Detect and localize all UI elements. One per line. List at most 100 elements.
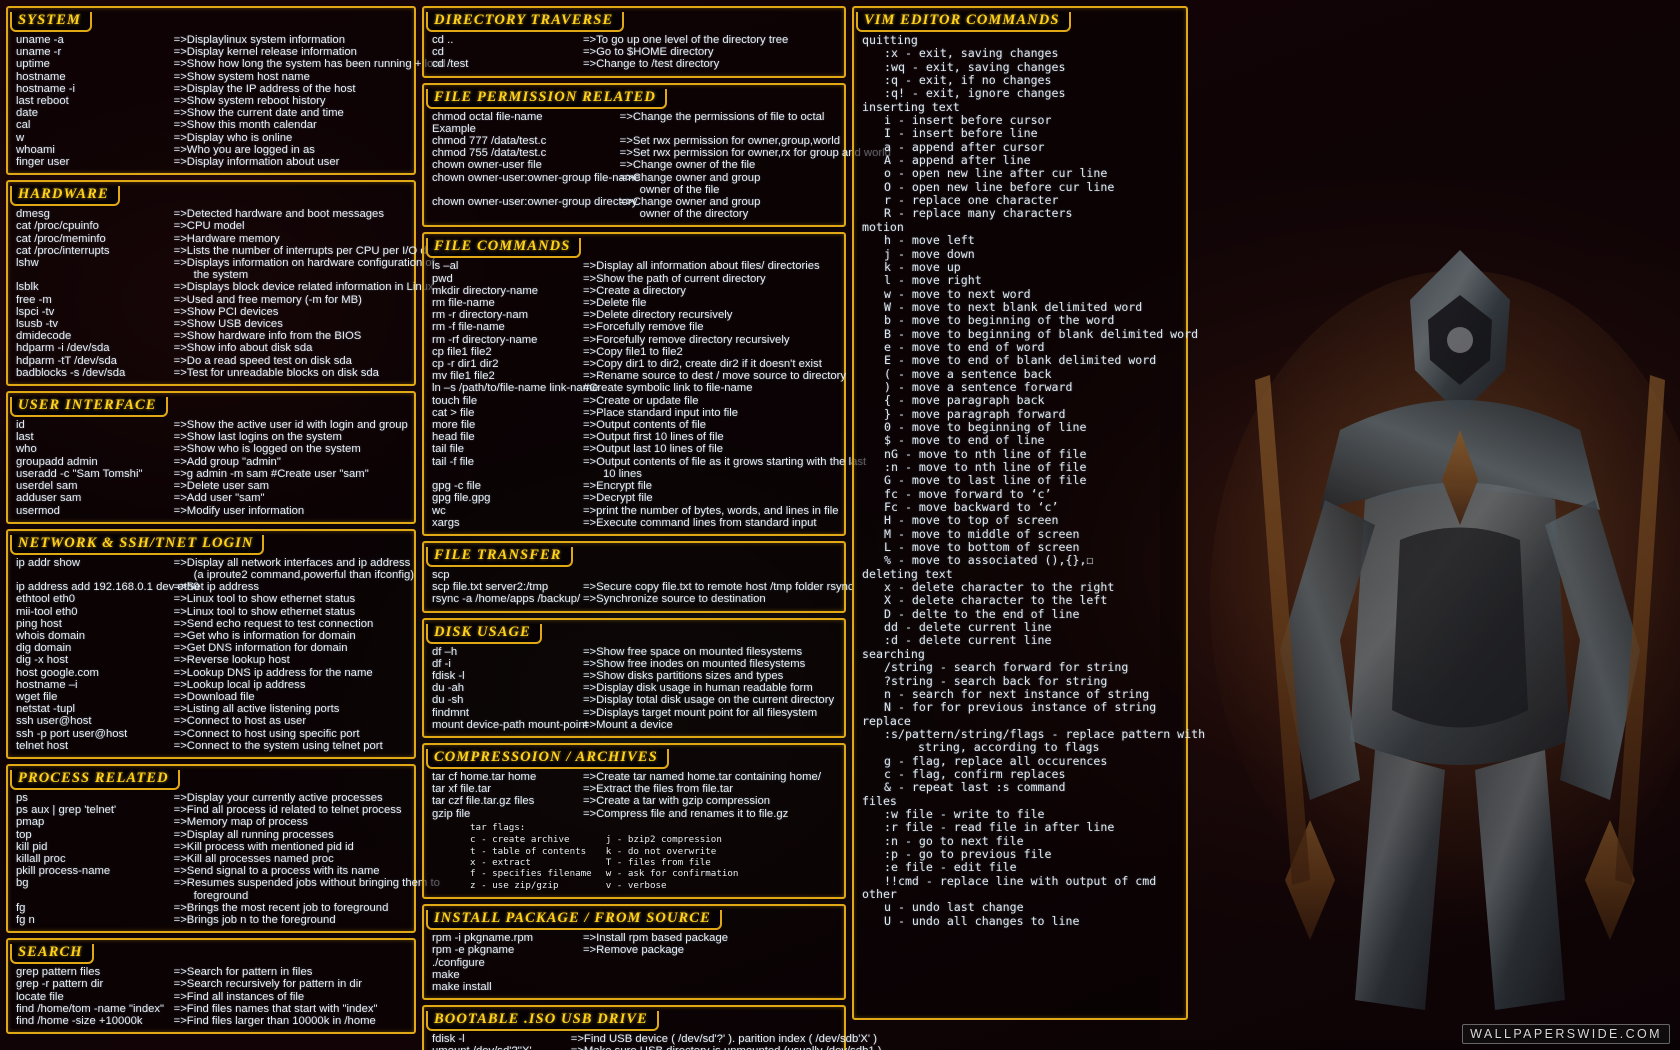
vim-command-item: :e file - edit file bbox=[884, 860, 1017, 875]
command-description: =>Display disk usage in human readable f… bbox=[582, 682, 813, 695]
command-description: =>Find USB device ( /dev/sd'?' ). pariti… bbox=[570, 1033, 877, 1046]
command-description: =>Show PCI devices bbox=[173, 305, 279, 318]
command-description: =>Compress file and renames it to file.g… bbox=[582, 807, 789, 820]
vim-group: searching/string - search forward for st… bbox=[862, 647, 1182, 715]
command-name: find /home/tom -name "index" bbox=[16, 1002, 165, 1015]
command-table: ls –al =>Display all information about fi… bbox=[432, 260, 867, 529]
command-row: uname -r =>Display kernel release informa… bbox=[16, 46, 410, 58]
command-description: =>Modify user information bbox=[173, 504, 305, 517]
command-row: who =>Show who is logged on the system bbox=[16, 443, 410, 455]
command-row: du -sh =>Display total disk usage on the … bbox=[432, 694, 840, 706]
panel-file-transfer: FILE TRANSFER scp scp file.txt server2:/tm… bbox=[422, 540, 854, 613]
command-description: =>Change to /test directory bbox=[582, 58, 720, 71]
command-row: hostname -i =>Display the IP address of t… bbox=[16, 83, 410, 95]
panel-compressoion-archives: COMPRESSOION / ARCHIVES tar cf home.tar h… bbox=[422, 742, 846, 900]
command-description: =>Test for unreadable blocks on disk sda bbox=[173, 366, 379, 379]
command-name: umount /dev/sd'?''X' bbox=[432, 1045, 571, 1050]
command-row: pmap =>Memory map of process bbox=[16, 816, 410, 828]
command-row: mkdir directory-name =>Create a directory bbox=[432, 285, 840, 297]
command-table: ip addr show =>Display all network interf… bbox=[16, 556, 414, 752]
command-row: dmidecode =>Show hardware info from the B… bbox=[16, 330, 410, 342]
command-description: =>Display your currently active processe… bbox=[173, 791, 383, 804]
command-name: ethtool eth0 bbox=[16, 593, 76, 606]
command-description: =>Resumes suspended jobs without bringin… bbox=[173, 877, 440, 890]
command-name: chown owner-user:owner-group directory bbox=[432, 196, 638, 209]
vim-command-item: ( - move a sentence back bbox=[884, 366, 1052, 381]
tar-flag-cell: c - create archive bbox=[470, 834, 570, 846]
command-row: Example bbox=[432, 123, 840, 135]
command-name bbox=[432, 184, 620, 196]
command-row: cat /proc/interrupts =>Lists the number o… bbox=[16, 245, 453, 257]
command-name: ip address add 192.168.0.1 dev eth0 bbox=[16, 581, 200, 594]
command-description: =>Show how long the system has been runn… bbox=[173, 58, 446, 71]
command-name: uptime bbox=[16, 58, 50, 71]
command-name: finger user bbox=[16, 156, 70, 169]
vim-command-item: :q! - exit, ignore changes bbox=[884, 86, 1066, 101]
command-description: =>Output first 10 lines of file bbox=[582, 431, 724, 444]
command-row: df -i =>Show free inodes on mounted files… bbox=[432, 658, 840, 670]
command-description: =>Search for pattern in files bbox=[173, 966, 313, 979]
command-name: dmesg bbox=[16, 208, 50, 221]
command-table: fdisk -l =>Find USB device ( /dev/sd'?' )… bbox=[432, 1033, 882, 1050]
command-row: killall proc =>Kill all processes named p… bbox=[16, 853, 410, 865]
command-description: =>Display information about user bbox=[173, 156, 340, 169]
command-description bbox=[583, 569, 840, 581]
vim-command-item: h - move left bbox=[884, 233, 975, 248]
vim-group: inserting text i - insert before cursor I … bbox=[862, 100, 1182, 221]
command-name: killall proc bbox=[16, 852, 66, 865]
command-name: groupadd admin bbox=[16, 455, 98, 468]
panel-title: FILE TRANSFER bbox=[426, 546, 573, 567]
command-description: =>Find files names that start with "inde… bbox=[173, 1002, 378, 1015]
command-description: =>Used and free memory (-m for MB) bbox=[173, 293, 362, 306]
command-row: uptime =>Show how long the system has bee… bbox=[16, 58, 446, 71]
command-row: groupadd admin =>Add group "admin" bbox=[16, 456, 410, 468]
command-name: xargs bbox=[432, 516, 460, 529]
command-description: =>Set rwx permission for owner,rx for gr… bbox=[619, 147, 891, 160]
command-name: lshw bbox=[16, 257, 39, 270]
command-name: locate file bbox=[16, 990, 64, 1003]
command-description: =>To go up one level of the directory tr… bbox=[582, 34, 789, 46]
command-row: du -ah =>Display disk usage in human read… bbox=[432, 682, 840, 694]
vim-command-item: R - replace many characters bbox=[884, 206, 1073, 221]
command-name: chmod 777 /data/test.c bbox=[432, 135, 547, 148]
command-row: tar czf file.tar.gz files =>Create a tar … bbox=[432, 795, 840, 807]
vim-command-item: :x - exit, saving changes bbox=[884, 46, 1059, 61]
panel-title: USER INTERFACE bbox=[10, 397, 168, 418]
panel-title: BOOTABLE .ISO USB DRIVE bbox=[426, 1011, 659, 1032]
command-description: =>Who you are logged in as bbox=[173, 143, 315, 156]
command-row: make bbox=[432, 969, 840, 981]
command-description: =>Display all network interfaces and ip … bbox=[173, 556, 411, 569]
command-description: =>Display all running processes bbox=[173, 828, 334, 841]
command-row: fdisk -l =>Show disks partitions sizes an… bbox=[432, 670, 840, 682]
command-row: owner of the directory bbox=[432, 208, 840, 220]
command-description: =>Install rpm based package bbox=[582, 932, 729, 945]
command-description: #Create symbolic link to file-name bbox=[582, 382, 753, 395]
command-name: mv file1 file2 bbox=[432, 370, 495, 383]
tar-flag-row: z - use zip/gzip v - verbose bbox=[470, 880, 752, 891]
command-description: the system bbox=[193, 269, 249, 282]
command-description: =>Send signal to a process with its name bbox=[173, 865, 380, 878]
command-name: ln –s /path/to/file-name link-name bbox=[432, 382, 599, 395]
command-name: free -m bbox=[16, 293, 52, 306]
vim-command-item: !!cmd - replace line with output of cmd bbox=[884, 873, 1157, 888]
command-description: =>Output contents of file as it grows st… bbox=[582, 455, 867, 468]
command-name: cd bbox=[432, 46, 444, 59]
command-row: lsblk =>Displays block device related inf… bbox=[16, 281, 434, 293]
command-row: chmod 755 /data/test.c =>Set rwx permissi… bbox=[432, 147, 891, 160]
command-description: =>Displays target mount point for all fi… bbox=[582, 706, 818, 719]
command-description: =>Displays information on hardware confi… bbox=[173, 257, 435, 270]
command-name: ip addr show bbox=[16, 556, 81, 569]
command-row: dig -x host =>Reverse lookup host bbox=[16, 654, 410, 666]
command-row: useradd -c "Sam Tomshi" =>g admin -m sam … bbox=[16, 468, 410, 480]
command-name: dig -x host bbox=[16, 654, 69, 667]
vim-command-item: & - repeat last :s command bbox=[884, 780, 1066, 795]
command-description: =>Synchronize source to destination bbox=[582, 593, 766, 606]
command-row: grep pattern files =>Search for pattern i… bbox=[16, 966, 410, 978]
wallpaper-root: SYSTEM uname -a =>Displaylinux system info… bbox=[0, 0, 1680, 1050]
command-name: fg bbox=[16, 901, 26, 914]
command-name: ps aux | grep 'telnet' bbox=[16, 804, 117, 817]
command-row: find /home/tom -name "index" =>Find files… bbox=[16, 1003, 410, 1015]
command-row: cp file1 file2 =>Copy file1 to file2 bbox=[432, 346, 840, 358]
command-name: find /home -size +10000k bbox=[16, 1015, 143, 1027]
panel-search: SEARCH grep pattern files =>Search for pat… bbox=[6, 938, 416, 1035]
